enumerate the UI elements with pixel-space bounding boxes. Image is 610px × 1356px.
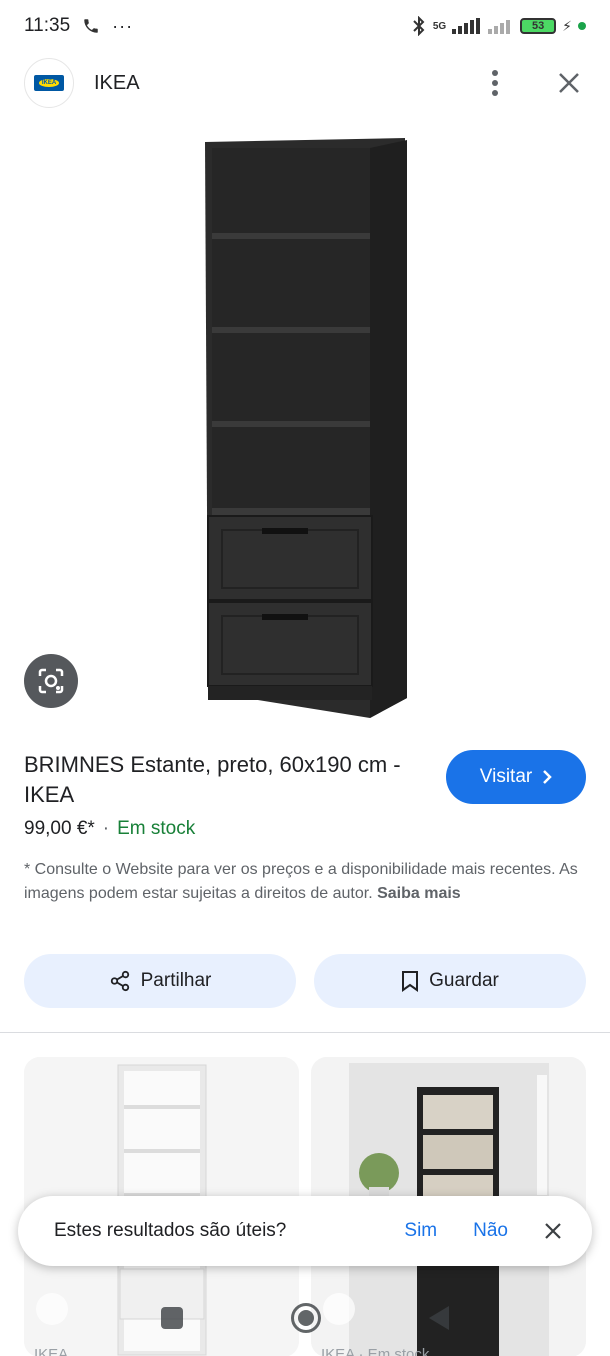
chevron-right-icon — [543, 770, 552, 784]
feedback-yes-button[interactable]: Sim — [404, 1220, 437, 1242]
price-row: 99,00 €* · Em stock — [24, 818, 195, 840]
visit-button[interactable]: Visitar — [446, 750, 586, 804]
ikea-logo-icon: IKEA — [34, 75, 64, 91]
more-vert-icon[interactable] — [478, 66, 512, 100]
network-label: 5G — [432, 20, 447, 32]
visit-label: Visitar — [479, 766, 533, 787]
battery-icon: 53 — [520, 18, 557, 34]
close-icon[interactable] — [552, 66, 586, 100]
card-source: IKEA — [34, 1346, 69, 1356]
action-row: Partilhar Guardar — [24, 954, 586, 1008]
more-icon: ··· — [112, 15, 134, 36]
status-bar: 11:35 ··· 5G 53 ⚡ — [0, 0, 610, 52]
bluetooth-icon — [413, 16, 425, 36]
lens-icon[interactable] — [24, 654, 78, 708]
nav-back-icon[interactable] — [429, 1306, 449, 1330]
site-logo[interactable]: IKEA — [24, 58, 74, 108]
bookmark-icon — [402, 971, 419, 992]
card-source: IKEA · Em stock — [321, 1346, 430, 1356]
disclaimer-text: * Consulte o Website para ver os preços … — [24, 861, 578, 902]
phone-icon — [84, 19, 98, 33]
close-icon[interactable] — [544, 1222, 562, 1240]
availability: Em stock — [117, 818, 196, 839]
result-header: IKEA IKEA — [0, 56, 610, 110]
product-title[interactable]: BRIMNES Estante, preto, 60x190 cm - IKEA — [24, 750, 434, 810]
learn-more-link[interactable]: Saiba mais — [377, 885, 461, 902]
product-image[interactable] — [0, 118, 610, 738]
feedback-question: Estes resultados são úteis? — [54, 1220, 287, 1241]
privacy-dot — [578, 22, 586, 30]
disclaimer: * Consulte o Website para ver os preços … — [24, 858, 584, 906]
signal-icon — [452, 18, 481, 34]
system-nav-bar — [0, 1290, 610, 1346]
share-icon — [110, 970, 129, 992]
charging-icon: ⚡ — [562, 17, 572, 34]
save-button[interactable]: Guardar — [314, 954, 586, 1008]
save-label: Guardar — [429, 970, 499, 991]
status-time: 11:35 — [24, 15, 71, 36]
share-button[interactable]: Partilhar — [24, 954, 296, 1008]
signal-icon-2 — [488, 20, 511, 34]
separator: · — [102, 818, 110, 839]
site-name[interactable]: IKEA — [94, 72, 140, 95]
battery-level: 53 — [532, 20, 545, 32]
nav-recents-icon[interactable] — [161, 1307, 183, 1329]
logo-text: IKEA — [38, 79, 60, 87]
price: 99,00 €* — [24, 818, 95, 839]
feedback-banner: Estes resultados são úteis? Sim Não — [18, 1196, 592, 1266]
divider — [0, 1032, 610, 1033]
share-label: Partilhar — [140, 970, 212, 991]
feedback-no-button[interactable]: Não — [473, 1220, 508, 1242]
nav-home-icon[interactable] — [291, 1303, 321, 1333]
bookcase-image — [205, 138, 407, 718]
